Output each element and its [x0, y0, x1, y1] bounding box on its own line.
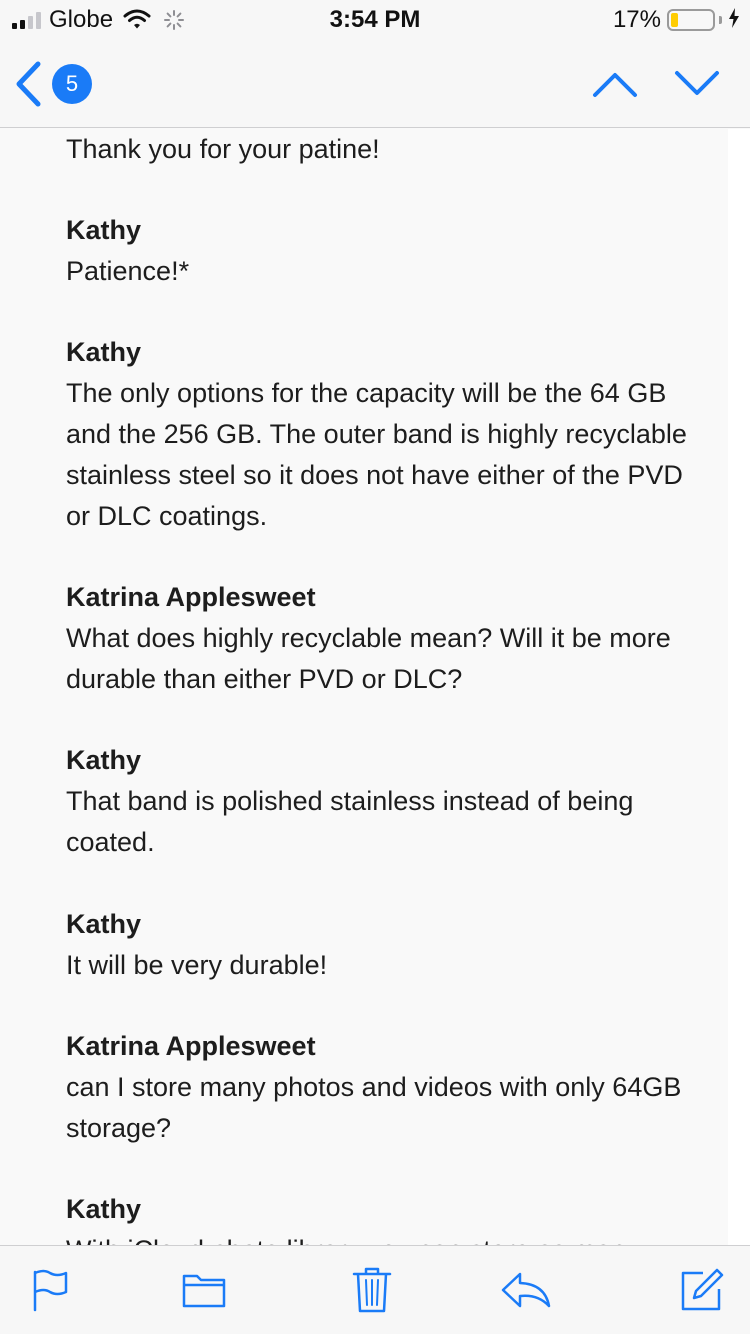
chevron-left-icon: [14, 61, 42, 107]
compose-icon: [679, 1267, 725, 1313]
message-text: Patience!*: [66, 256, 190, 286]
battery-fill: [671, 13, 678, 27]
flag-button[interactable]: [26, 1266, 74, 1314]
message-text: That band is polished stainless instead …: [66, 786, 634, 857]
message-sender: Katrina Applesweet: [66, 1031, 316, 1061]
charging-bolt-icon: [728, 7, 740, 33]
message-sender: Katrina Applesweet: [66, 582, 316, 612]
back-button[interactable]: 5: [14, 60, 92, 108]
message-sender: Kathy: [66, 337, 142, 367]
battery-icon: [667, 9, 715, 31]
message-sender: Kathy: [66, 1194, 142, 1224]
bottom-toolbar: [0, 1245, 750, 1334]
message-text: can I store many photos and videos with …: [66, 1072, 682, 1143]
previous-message-button[interactable]: [590, 64, 640, 104]
reply-button[interactable]: [500, 1266, 552, 1314]
message-text: The only options for the capacity will b…: [66, 378, 687, 531]
navigation-bar: 5: [0, 40, 750, 128]
battery-percent: 17%: [612, 6, 661, 33]
reply-icon: [500, 1270, 552, 1310]
message-text: It will be very durable!: [66, 950, 328, 980]
chevron-up-icon: [590, 73, 640, 108]
compose-button[interactable]: [678, 1266, 726, 1314]
message-body[interactable]: Thank you for your patine! Kathy Patienc…: [0, 129, 728, 1245]
battery-nub: [719, 16, 722, 24]
next-message-button[interactable]: [672, 64, 722, 104]
status-right: 17%: [613, 6, 740, 34]
message-sender: Kathy: [66, 909, 142, 939]
status-bar: Globe 3:54 PM 17%: [0, 0, 750, 40]
trash-icon: [352, 1266, 392, 1314]
message-text: What does highly recyclable mean? Will i…: [66, 623, 671, 694]
chevron-down-icon: [672, 71, 722, 108]
delete-button[interactable]: [348, 1266, 396, 1314]
message-text: Thank you for your patine!: [66, 134, 380, 164]
unread-count-badge: 5: [52, 64, 92, 104]
move-to-folder-button[interactable]: [180, 1266, 228, 1314]
mail-message-screen: Globe 3:54 PM 17% 5 Thank you for your p…: [0, 0, 750, 1334]
flag-icon: [30, 1268, 70, 1312]
scroll-rail: [728, 129, 750, 1245]
message-sender: Kathy: [66, 215, 142, 245]
message-sender: Kathy: [66, 745, 142, 775]
folder-icon: [181, 1270, 227, 1310]
message-text: With iCloud photo library you can store …: [66, 1230, 696, 1245]
